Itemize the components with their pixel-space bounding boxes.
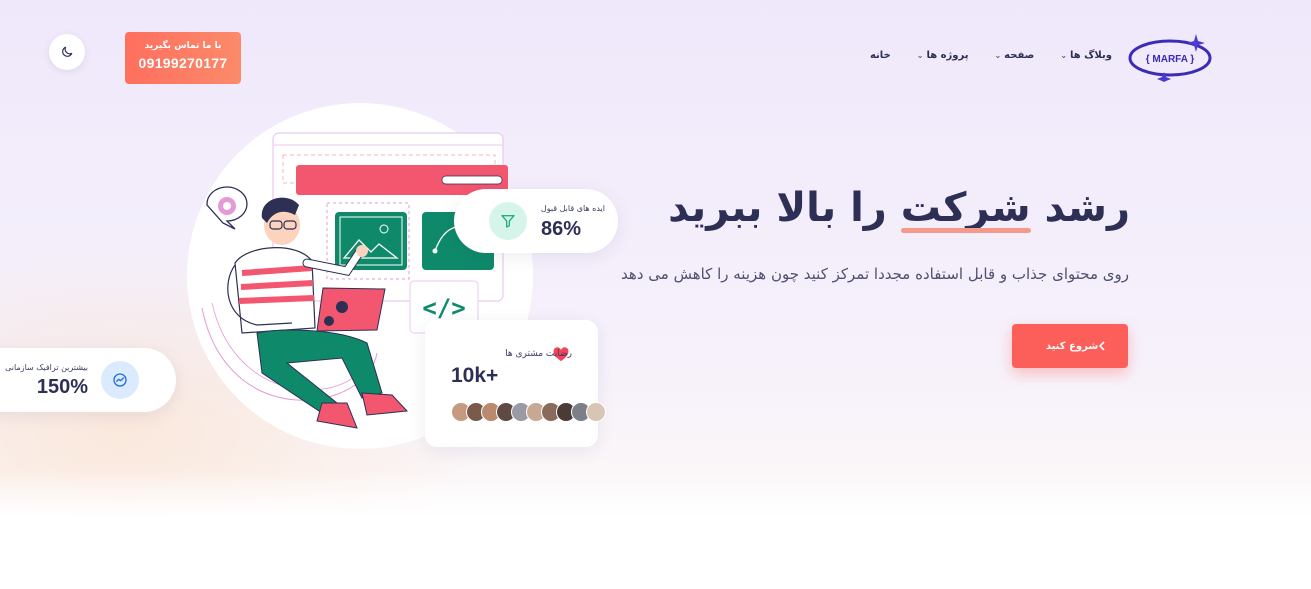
ideas-stat-card: ایده های قابل قبول 86%: [454, 189, 618, 253]
hero-title-highlight: شرکت: [900, 185, 1031, 233]
start-button-label: شروع کنید: [1045, 340, 1099, 352]
nav-item-home[interactable]: خانه: [870, 50, 891, 61]
chevron-down-icon: ⌄: [994, 51, 1002, 60]
satisfaction-stat-value: 10k+: [451, 364, 499, 387]
hero-title: رشد شرکت را بالا ببرید: [668, 185, 1130, 233]
customer-avatars: [451, 402, 606, 422]
chevron-down-icon: ⌄: [1060, 51, 1068, 60]
chevron-left-icon: [1099, 341, 1105, 351]
satisfaction-stat-card: رضایت مشتری ها 10k+: [425, 320, 606, 447]
nav-item-label: وبلاگ ها: [1070, 50, 1112, 61]
nav-item-page[interactable]: صفحه ⌄: [994, 50, 1034, 61]
ideas-stat-value: 86%: [540, 218, 581, 240]
trend-icon: [113, 373, 127, 387]
avatar: [586, 402, 606, 422]
start-button[interactable]: شروع کنید: [1012, 324, 1128, 368]
hero-title-part: رشد: [1030, 185, 1130, 231]
chevron-down-icon: ⌄: [916, 51, 924, 60]
contact-label: با ما تماس بگیرید: [144, 41, 222, 51]
hero-subtitle: روی محتوای جذاب و قابل استفاده مجددا تمر…: [621, 265, 1129, 283]
svg-text:</>: </>: [422, 294, 465, 322]
satisfaction-stat-label: رضایت مشتری ها: [505, 349, 572, 359]
main-nav: خانه پروژه ها ⌄ صفحه ⌄ وبلاگ ها ⌄: [844, 50, 1112, 61]
nav-item-label: پروژه ها: [926, 50, 969, 61]
nav-item-label: خانه: [869, 50, 891, 61]
contact-button[interactable]: با ما تماس بگیرید 09199270177: [125, 32, 241, 84]
traffic-stat-card: بیشترین ترافیک سازمانی 150%: [0, 348, 176, 412]
nav-item-label: صفحه: [1004, 50, 1035, 61]
traffic-stat-label: بیشترین ترافیک سازمانی: [5, 363, 88, 372]
filter-icon-circle: [489, 202, 527, 240]
moon-icon: [62, 46, 73, 57]
ideas-stat-label: ایده های قابل قبول: [540, 204, 605, 213]
logo[interactable]: { MARFA }: [1126, 34, 1216, 82]
traffic-stat-value: 150%: [36, 376, 88, 398]
hero-title-part: را بالا ببرید: [668, 185, 901, 231]
page-bottom-background: [0, 470, 1311, 589]
contact-phone: 09199270177: [138, 55, 228, 71]
nav-item-projects[interactable]: پروژه ها ⌄: [917, 50, 969, 61]
theme-toggle-button[interactable]: [49, 34, 85, 70]
trend-icon-circle: [101, 361, 139, 399]
filter-icon: [501, 215, 515, 228]
nav-item-blogs[interactable]: وبلاگ ها ⌄: [1060, 50, 1112, 61]
logo-text: { MARFA }: [1146, 54, 1195, 65]
